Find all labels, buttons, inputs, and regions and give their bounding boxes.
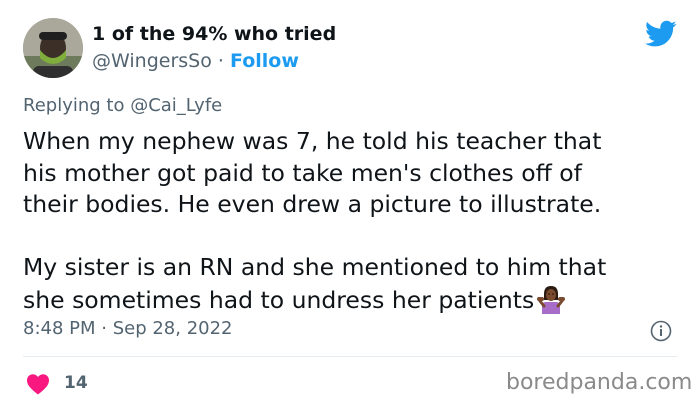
tweet-line-text: she sometimes had to undress her patient… — [23, 285, 535, 314]
tweet-timestamp[interactable]: 8:48 PM · Sep 28, 2022 — [23, 318, 233, 339]
replying-prefix: Replying to — [23, 95, 131, 116]
info-icon[interactable] — [650, 320, 672, 342]
separator-dot: · — [217, 50, 224, 72]
author-display-name[interactable]: 1 of the 94% who tried — [92, 23, 336, 45]
tweet-line-last: she sometimes had to undress her patient… — [23, 284, 683, 317]
tweet-line: their bodies. He even drew a picture to … — [23, 190, 602, 218]
watermark: boredpanda.com — [506, 370, 693, 395]
tweet-line: My sister is an RN and she mentioned to … — [23, 253, 607, 281]
tweet-text: When my nephew was 7, he told his teache… — [23, 126, 683, 316]
reply-mention-link[interactable]: @Cai_Lyfe — [130, 95, 222, 116]
heart-icon[interactable] — [26, 373, 50, 395]
avatar-image — [23, 18, 83, 78]
author-handle-row: @WingersSo · Follow — [92, 50, 299, 72]
tweet-line: When my nephew was 7, he told his teache… — [23, 127, 602, 155]
tweet-line: his mother got paid to take men's clothe… — [23, 158, 582, 187]
twitter-bird-icon[interactable] — [645, 20, 677, 48]
divider — [23, 356, 677, 357]
follow-button[interactable]: Follow — [230, 50, 299, 72]
author-handle[interactable]: @WingersSo — [92, 50, 212, 72]
avatar[interactable] — [23, 18, 83, 78]
replying-to: Replying to @Cai_Lyfe — [23, 95, 222, 116]
woman-shrugging-icon — [537, 285, 566, 314]
like-count: 14 — [64, 373, 88, 393]
